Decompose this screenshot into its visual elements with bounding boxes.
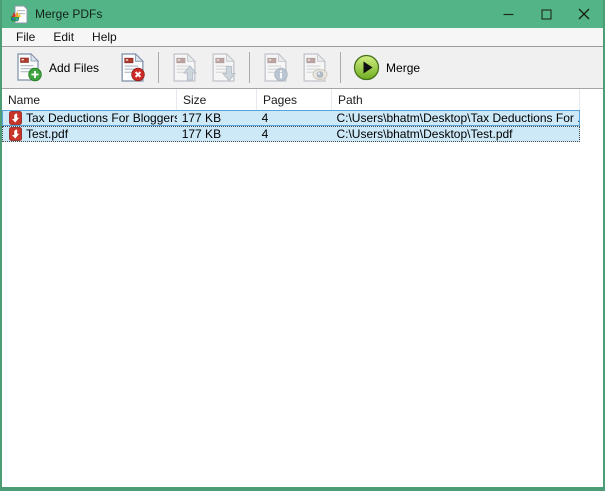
maximize-button[interactable] bbox=[527, 0, 565, 28]
file-pages: 4 bbox=[262, 111, 269, 125]
file-row-2[interactable]: Test.pdf 177 KB 4 C:\Users\bhatm\Desktop… bbox=[2, 126, 580, 142]
add-files-label: Add Files bbox=[49, 61, 99, 75]
document-remove-icon bbox=[119, 53, 146, 82]
app-window: Merge PDFs File Edit Help Add Files bbox=[0, 0, 605, 491]
document-move-down-icon bbox=[210, 53, 237, 82]
move-down-button[interactable] bbox=[204, 49, 243, 86]
column-header-name[interactable]: Name bbox=[2, 89, 177, 110]
window-title: Merge PDFs bbox=[35, 7, 102, 21]
file-name: Test.pdf bbox=[26, 127, 68, 141]
menu-file[interactable]: File bbox=[7, 29, 44, 46]
column-header-name-label: Name bbox=[8, 93, 40, 107]
file-name: Tax Deductions For Bloggers... bbox=[26, 111, 177, 125]
column-header-size-label: Size bbox=[183, 93, 206, 107]
titlebar: Merge PDFs bbox=[2, 0, 603, 28]
file-path-cell: C:\Users\bhatm\Desktop\Tax Deductions Fo… bbox=[331, 111, 579, 125]
file-size: 177 KB bbox=[182, 127, 221, 141]
file-path-cell: C:\Users\bhatm\Desktop\Test.pdf bbox=[331, 127, 579, 141]
minimize-icon bbox=[503, 9, 514, 20]
file-size-cell: 177 KB bbox=[177, 111, 257, 125]
file-row-1[interactable]: Tax Deductions For Bloggers... 177 KB 4 … bbox=[2, 110, 580, 126]
file-pages-cell: 4 bbox=[257, 111, 332, 125]
file-name-cell: Test.pdf bbox=[3, 127, 177, 141]
document-move-up-icon bbox=[171, 53, 198, 82]
document-add-icon bbox=[16, 53, 43, 82]
column-header-path[interactable]: Path bbox=[332, 89, 580, 110]
toolbar: Add Files bbox=[2, 47, 603, 89]
toolbar-separator bbox=[249, 52, 250, 83]
column-header-pages-label: Pages bbox=[263, 93, 297, 107]
pdf-file-icon bbox=[9, 127, 22, 141]
close-icon bbox=[578, 8, 590, 20]
add-files-button[interactable]: Add Files bbox=[10, 49, 105, 86]
document-info-icon bbox=[262, 53, 289, 82]
move-up-button[interactable] bbox=[165, 49, 204, 86]
app-icon bbox=[9, 5, 28, 24]
column-header-pages[interactable]: Pages bbox=[257, 89, 332, 110]
file-size: 177 KB bbox=[182, 111, 221, 125]
document-preview-icon bbox=[301, 53, 328, 82]
close-button[interactable] bbox=[565, 0, 603, 28]
file-pages-cell: 4 bbox=[257, 127, 332, 141]
preview-button[interactable] bbox=[295, 49, 334, 86]
file-list: Name Size Pages Path Tax Deductions For … bbox=[2, 89, 603, 487]
merge-label: Merge bbox=[386, 61, 420, 75]
file-name-cell: Tax Deductions For Bloggers... bbox=[3, 111, 177, 125]
pdf-file-icon bbox=[9, 111, 22, 125]
menubar: File Edit Help bbox=[2, 28, 603, 47]
column-header-path-label: Path bbox=[338, 93, 363, 107]
maximize-icon bbox=[541, 9, 552, 20]
file-info-button[interactable] bbox=[256, 49, 295, 86]
minimize-button[interactable] bbox=[489, 0, 527, 28]
file-size-cell: 177 KB bbox=[177, 127, 257, 141]
menu-help[interactable]: Help bbox=[83, 29, 126, 46]
menu-edit[interactable]: Edit bbox=[44, 29, 83, 46]
toolbar-separator bbox=[158, 52, 159, 83]
list-header: Name Size Pages Path bbox=[2, 89, 603, 110]
toolbar-separator bbox=[340, 52, 341, 83]
file-pages: 4 bbox=[262, 127, 269, 141]
column-header-size[interactable]: Size bbox=[177, 89, 257, 110]
merge-button[interactable]: Merge bbox=[347, 50, 426, 85]
file-path: C:\Users\bhatm\Desktop\Tax Deductions Fo… bbox=[336, 111, 579, 125]
file-path: C:\Users\bhatm\Desktop\Test.pdf bbox=[336, 127, 512, 141]
window-controls bbox=[489, 0, 603, 28]
play-icon bbox=[353, 54, 380, 81]
remove-file-button[interactable] bbox=[113, 49, 152, 86]
